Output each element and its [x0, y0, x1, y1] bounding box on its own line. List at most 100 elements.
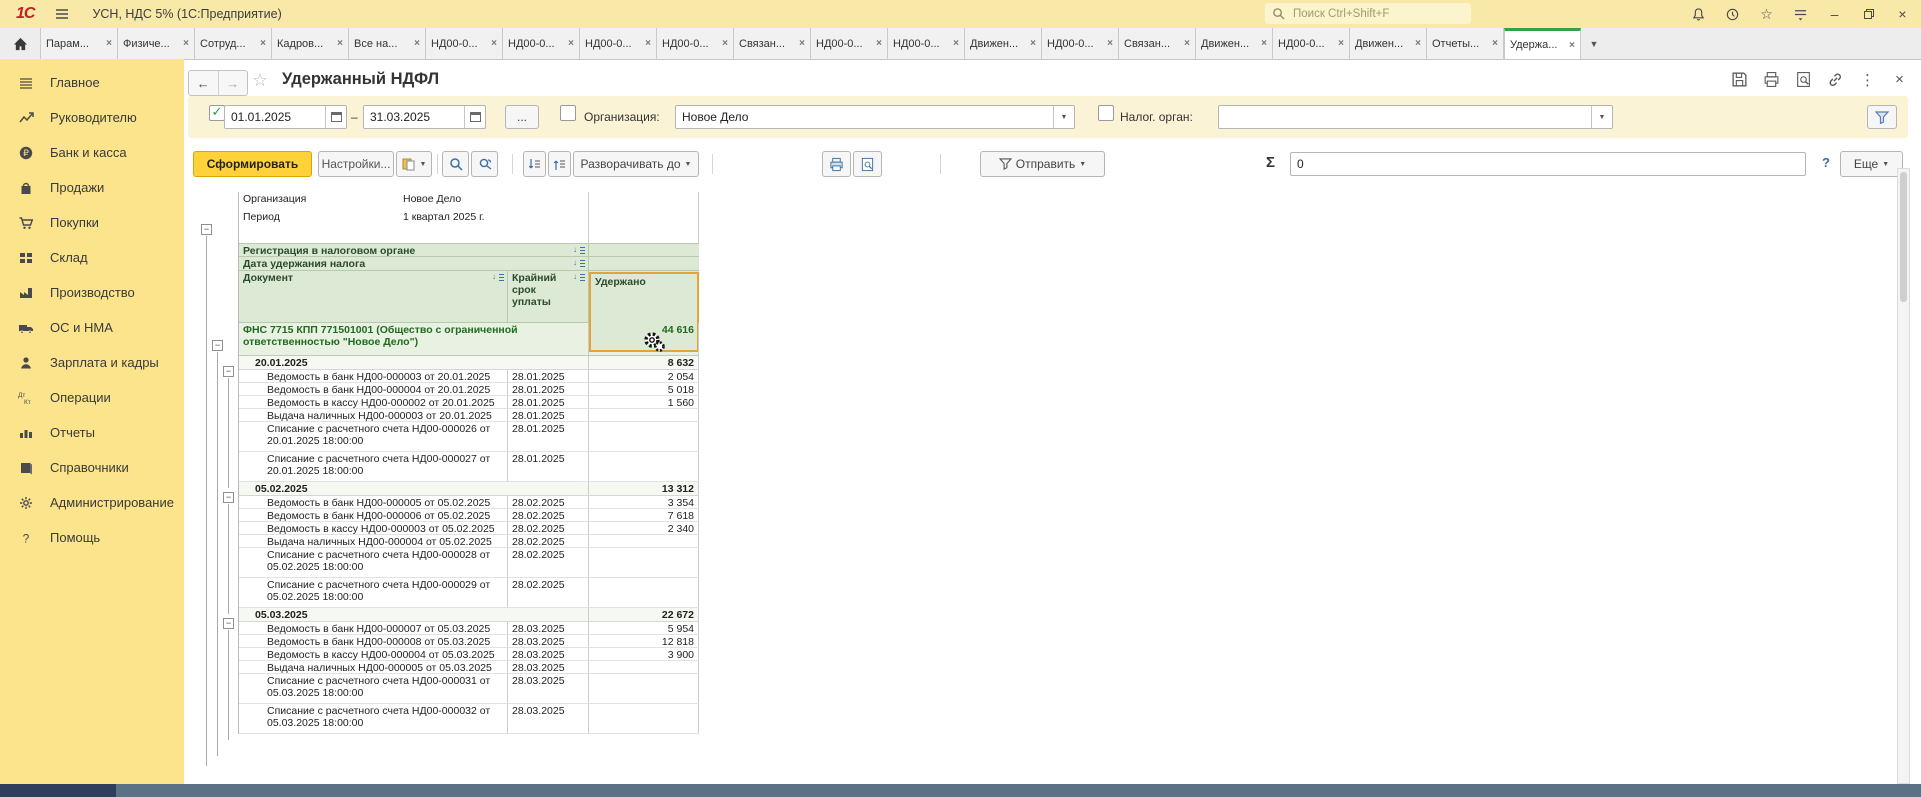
tab[interactable]: НД00-0...× — [503, 28, 580, 59]
sidebar-item-reports[interactable]: Отчеты — [0, 415, 184, 450]
tab-close-icon[interactable]: × — [953, 38, 959, 49]
report-row[interactable]: Ведомость в банк НД00-000004 от 20.01.20… — [239, 383, 699, 396]
tab[interactable]: Связан...× — [734, 28, 811, 59]
favorites-star-icon[interactable]: ☆ — [1758, 6, 1775, 23]
tab-close-icon[interactable]: × — [1338, 38, 1344, 49]
sidebar-item-operations[interactable]: ДтКт Операции — [0, 380, 184, 415]
sort-icon[interactable] — [573, 273, 585, 282]
print-icon[interactable] — [1762, 70, 1781, 89]
link-icon[interactable] — [1826, 70, 1845, 89]
outline-collapse-box[interactable]: − — [223, 366, 234, 377]
tab[interactable]: НД00-0...× — [1273, 28, 1350, 59]
generate-button[interactable]: Сформировать — [193, 151, 312, 177]
print-button[interactable] — [822, 151, 851, 177]
tab[interactable]: НД00-0...× — [1042, 28, 1119, 59]
more-actions-button[interactable]: Еще▼ — [1840, 151, 1903, 177]
tab[interactable]: Движен...× — [965, 28, 1042, 59]
report-row[interactable]: Ведомость в кассу НД00-000002 от 20.01.2… — [239, 396, 699, 409]
tax-authority-checkbox[interactable] — [1098, 105, 1114, 121]
report-row-total[interactable]: ФНС 7715 КПП 771501001 (Общество с огран… — [239, 323, 699, 356]
report-row[interactable]: Списание с расчетного счета НД00-000026 … — [239, 422, 699, 452]
tab[interactable]: Отчеты...× — [1427, 28, 1504, 59]
report-row[interactable]: Списание с расчетного счета НД00-000032 … — [239, 704, 699, 734]
calendar-icon[interactable] — [464, 106, 485, 128]
more-menu-kebab-icon[interactable]: ⋮ — [1858, 70, 1877, 89]
report-row[interactable]: Выдача наличных НД00-000003 от 20.01.202… — [239, 409, 699, 422]
home-tab[interactable] — [0, 28, 41, 59]
tab[interactable]: Физиче...× — [118, 28, 195, 59]
sort-icon[interactable] — [573, 259, 585, 268]
sidebar-item-assets[interactable]: ОС и НМА — [0, 310, 184, 345]
period-checkbox[interactable] — [209, 105, 225, 121]
report-row[interactable]: Выдача наличных НД00-000004 от 05.02.202… — [239, 535, 699, 548]
report-row[interactable]: Ведомость в кассу НД00-000004 от 05.03.2… — [239, 648, 699, 661]
report-variants-button[interactable]: ▼ — [396, 151, 432, 177]
expand-to-button[interactable]: Разворачивать до▼ — [573, 151, 699, 177]
tab-active[interactable]: Удержа...× — [1504, 28, 1581, 59]
sidebar-item-warehouse[interactable]: Склад — [0, 240, 184, 275]
report-row[interactable]: Ведомость в банк НД00-000008 от 05.03.20… — [239, 635, 699, 648]
sidebar-item-administration[interactable]: Администрирование — [0, 485, 184, 520]
period-more-button[interactable]: ... — [505, 105, 539, 129]
preview-icon[interactable] — [1794, 70, 1813, 89]
outline-collapse-box[interactable]: − — [201, 224, 212, 235]
tab[interactable]: НД00-0...× — [580, 28, 657, 59]
sidebar-item-references[interactable]: Справочники — [0, 450, 184, 485]
dropdown-icon[interactable]: ▼ — [1053, 106, 1074, 128]
report-row[interactable]: Ведомость в банк НД00-000005 от 05.02.20… — [239, 496, 699, 509]
tab[interactable]: Сотруд...× — [195, 28, 272, 59]
settings-button[interactable]: Настройки... — [318, 151, 394, 177]
report-row[interactable]: Ведомость в банк НД00-000006 от 05.02.20… — [239, 509, 699, 522]
tab-close-icon[interactable]: × — [1030, 38, 1036, 49]
sidebar-item-bank[interactable]: ₽ Банк и касса — [0, 135, 184, 170]
tab-close-icon[interactable]: × — [1492, 38, 1498, 49]
tab[interactable]: НД00-0...× — [657, 28, 734, 59]
outline-collapse-box[interactable]: − — [223, 492, 234, 503]
scrollbar-thumb[interactable] — [1900, 172, 1907, 302]
report-header-row[interactable]: Дата удержания налога — [239, 257, 699, 271]
tab-close-icon[interactable]: × — [491, 38, 497, 49]
tab-close-icon[interactable]: × — [106, 38, 112, 49]
sidebar-item-hr[interactable]: Зарплата и кадры — [0, 345, 184, 380]
sidebar-item-help[interactable]: ? Помощь — [0, 520, 184, 555]
find-next-button[interactable] — [471, 151, 498, 177]
sidebar-item-sales[interactable]: Продажи — [0, 170, 184, 205]
report-row-group[interactable]: 05.02.202513 312 — [239, 482, 699, 496]
sidebar-item-main[interactable]: Главное — [0, 65, 184, 100]
sort-icon[interactable] — [492, 273, 504, 282]
tab-close-icon[interactable]: × — [1184, 38, 1190, 49]
tab-close-icon[interactable]: × — [876, 38, 882, 49]
tab-close-icon[interactable]: × — [414, 38, 420, 49]
main-menu-icon[interactable] — [54, 6, 70, 22]
tab[interactable]: НД00-0...× — [888, 28, 965, 59]
period-from-field[interactable]: 01.01.2025 — [224, 105, 347, 129]
tab-close-icon[interactable]: × — [260, 38, 266, 49]
tab-close-icon[interactable]: × — [722, 38, 728, 49]
help-button[interactable]: ? — [1822, 155, 1830, 170]
report-info-row[interactable]: ОрганизацияНовое Дело — [239, 192, 699, 210]
tax-authority-combo[interactable]: ▼ — [1218, 105, 1613, 129]
report-row[interactable]: Списание с расчетного счета НД00-000031 … — [239, 674, 699, 704]
filter-settings-button[interactable] — [1867, 105, 1897, 129]
add-favorite-star-icon[interactable]: ☆ — [252, 70, 268, 91]
tabs-overflow-icon[interactable]: ▼ — [1581, 28, 1607, 59]
tab[interactable]: Движен...× — [1350, 28, 1427, 59]
outline-collapse-box[interactable]: − — [223, 618, 234, 629]
sidebar-item-manager[interactable]: Руководителю — [0, 100, 184, 135]
report-row[interactable]: Списание с расчетного счета НД00-000029 … — [239, 578, 699, 608]
forward-button[interactable]: → — [219, 71, 248, 95]
back-button[interactable]: ← — [189, 71, 219, 95]
tab[interactable]: Парам...× — [41, 28, 118, 59]
report-row[interactable]: Выдача наличных НД00-000005 от 05.03.202… — [239, 661, 699, 674]
tab-close-icon[interactable]: × — [645, 38, 651, 49]
report-row-group[interactable]: 20.01.20258 632 — [239, 356, 699, 370]
global-search[interactable] — [1265, 3, 1471, 24]
organization-checkbox[interactable] — [560, 105, 576, 121]
report-row[interactable]: Списание с расчетного счета НД00-000027 … — [239, 452, 699, 482]
tab[interactable]: Движен...× — [1196, 28, 1273, 59]
sidebar-item-production[interactable]: Производство — [0, 275, 184, 310]
report-header-row[interactable]: Регистрация в налоговом органе — [239, 243, 699, 257]
close-window-button[interactable]: × — [1894, 6, 1911, 23]
minimize-button[interactable]: – — [1826, 6, 1843, 23]
expand-groups-button[interactable] — [548, 151, 571, 177]
